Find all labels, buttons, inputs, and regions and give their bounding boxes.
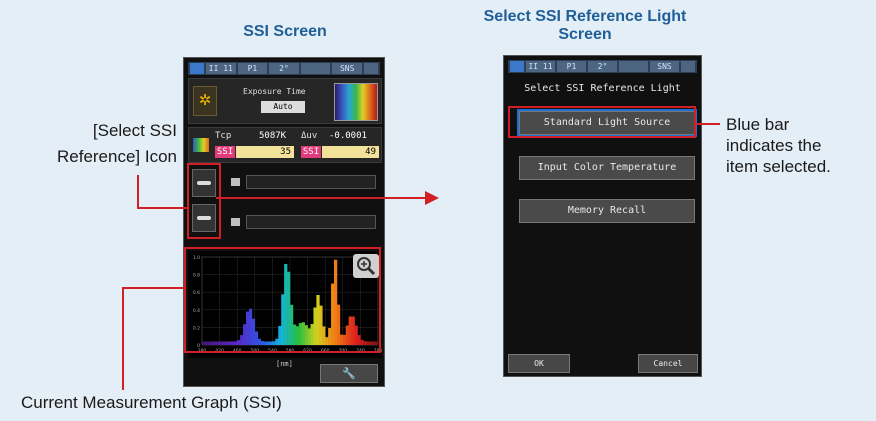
- status-cell: II 11: [526, 61, 555, 72]
- graph-unit-label: [nm]: [276, 360, 293, 368]
- ssi-badge: SSI: [215, 146, 235, 158]
- duv-value: -0.0001: [329, 131, 367, 141]
- blue-bar-callout-line1: Blue bar: [726, 115, 790, 134]
- status-cell: [619, 61, 648, 72]
- light-icon: ✲: [193, 86, 217, 116]
- select-ssi-device: II 11 P1 2° SNS Select SSI Reference Lig…: [503, 55, 702, 377]
- select-ssi-title-line1: Select SSI Reference Light: [483, 8, 687, 25]
- navigation-arrow-head: [425, 191, 439, 205]
- callout-line: [122, 287, 184, 289]
- ok-button[interactable]: OK: [508, 354, 570, 373]
- duv-label: Δuv: [301, 131, 318, 141]
- callout-line: [137, 175, 139, 209]
- battery-icon: [190, 63, 204, 74]
- graph-callout: Current Measurement Graph (SSI): [21, 393, 282, 412]
- status-cell: [681, 61, 695, 72]
- tool-button[interactable]: 🔧: [320, 364, 378, 383]
- selected-item-highlight: [508, 106, 696, 138]
- ssi-badge: SSI: [301, 146, 321, 158]
- ssi-screen-title: SSI Screen: [243, 23, 327, 40]
- reference-color-chip: [231, 178, 240, 186]
- ref-icon-callout-line2: Reference] Icon: [56, 147, 177, 166]
- navigation-arrow-line: [216, 197, 426, 199]
- screen-header: Select SSI Reference Light: [524, 83, 681, 94]
- ssi-value: 35: [236, 146, 294, 158]
- ref-icon-callout-line1: [Select SSI: [92, 121, 177, 140]
- status-bar: II 11 P1 2° SNS: [508, 60, 697, 73]
- status-cell: 2°: [269, 63, 299, 74]
- tcp-label: Tcp: [215, 131, 232, 141]
- exposure-panel[interactable]: ✲ Exposure Time Auto: [188, 78, 382, 124]
- option-input-color-temperature[interactable]: Input Color Temperature: [519, 156, 695, 180]
- blue-bar-callout-line2: indicates the: [726, 136, 822, 155]
- wrench-icon: 🔧: [342, 367, 356, 380]
- reference-icon-highlight: [187, 163, 221, 239]
- status-bar: II 11 P1 2° SNS: [188, 62, 380, 75]
- callout-line: [137, 207, 187, 209]
- exposure-time-label: Exposure Time: [243, 87, 306, 96]
- callout-line: [122, 287, 124, 390]
- status-cell: P1: [237, 63, 268, 74]
- spectrum-thumbnail[interactable]: [334, 83, 378, 121]
- select-ssi-title-line2: Screen: [558, 26, 612, 43]
- reference-color-chip: [231, 218, 240, 226]
- spectrum-mini-icon: [193, 138, 209, 152]
- cancel-button[interactable]: Cancel: [638, 354, 698, 373]
- battery-icon: [510, 61, 524, 72]
- option-memory-recall[interactable]: Memory Recall: [519, 199, 695, 223]
- status-cell: [300, 63, 331, 74]
- callout-line: [696, 123, 720, 125]
- reference-name-field: [246, 215, 376, 229]
- exposure-time-value[interactable]: Auto: [261, 101, 305, 113]
- status-cell: P1: [557, 61, 586, 72]
- blue-bar-callout-line3: item selected.: [726, 157, 831, 176]
- values-panel: Tcp 5087K Δuv -0.0001 SSI 35 SSI 49: [188, 127, 382, 163]
- graph-highlight: [184, 247, 381, 353]
- ssi-value: 49: [322, 146, 379, 158]
- status-cell: II 11: [206, 63, 236, 74]
- status-cell: SNS: [332, 63, 362, 74]
- status-cell: 2°: [588, 61, 617, 72]
- status-cell: [363, 63, 378, 74]
- reference-name-field: [246, 175, 376, 189]
- status-cell: SNS: [650, 61, 679, 72]
- tcp-value: 5087K: [259, 131, 287, 141]
